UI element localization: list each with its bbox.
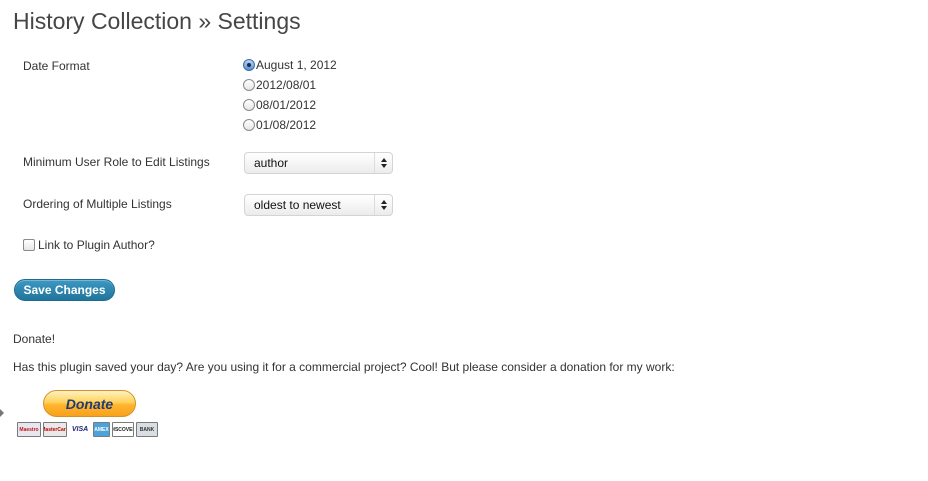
date-format-option-label: 2012/08/01 (256, 78, 317, 92)
date-format-label: Date Format (23, 59, 90, 73)
ordering-select[interactable]: oldest to newest (244, 194, 393, 216)
date-format-option-1[interactable]: August 1, 2012 (243, 58, 337, 72)
save-changes-button[interactable]: Save Changes (14, 279, 115, 301)
date-format-option-3[interactable]: 08/01/2012 (243, 98, 316, 112)
min-role-value: author (254, 156, 289, 170)
paypal-donate-button[interactable]: Donate (43, 390, 136, 417)
date-format-option-4[interactable]: 01/08/2012 (243, 118, 316, 132)
min-role-label: Minimum User Role to Edit Listings (23, 155, 210, 169)
mastercard-card-icon: MasterCard (43, 422, 67, 437)
radio-icon[interactable] (243, 99, 255, 111)
amex-card-icon: AMEX (93, 422, 110, 437)
min-role-select[interactable]: author (244, 152, 393, 174)
link-author-option[interactable]: Link to Plugin Author? (23, 238, 155, 252)
date-format-option-2[interactable]: 2012/08/01 (243, 78, 316, 92)
select-arrows-icon (374, 153, 392, 173)
payment-cards: Maestro MasterCard VISA AMEX DISCOVER BA… (17, 422, 158, 437)
link-author-label: Link to Plugin Author? (38, 238, 155, 252)
donate-heading: Donate! (13, 332, 56, 346)
visa-card-icon: VISA (69, 422, 91, 437)
ordering-label: Ordering of Multiple Listings (23, 197, 172, 211)
maestro-card-icon: Maestro (17, 422, 41, 437)
select-arrows-icon (374, 195, 392, 215)
radio-icon[interactable] (243, 79, 255, 91)
ordering-value: oldest to newest (254, 198, 341, 212)
bank-card-icon: BANK (136, 422, 158, 437)
link-author-checkbox[interactable] (23, 239, 35, 251)
discover-card-icon: DISCOVER (112, 422, 134, 437)
page-title: History Collection » Settings (13, 8, 301, 34)
radio-icon[interactable] (243, 119, 255, 131)
scroll-marker-icon (0, 409, 4, 417)
date-format-option-label: 01/08/2012 (256, 118, 317, 132)
date-format-option-label: 08/01/2012 (256, 98, 317, 112)
date-format-option-label: August 1, 2012 (256, 58, 337, 72)
donate-text: Has this plugin saved your day? Are you … (13, 360, 675, 374)
radio-icon[interactable] (243, 59, 255, 71)
